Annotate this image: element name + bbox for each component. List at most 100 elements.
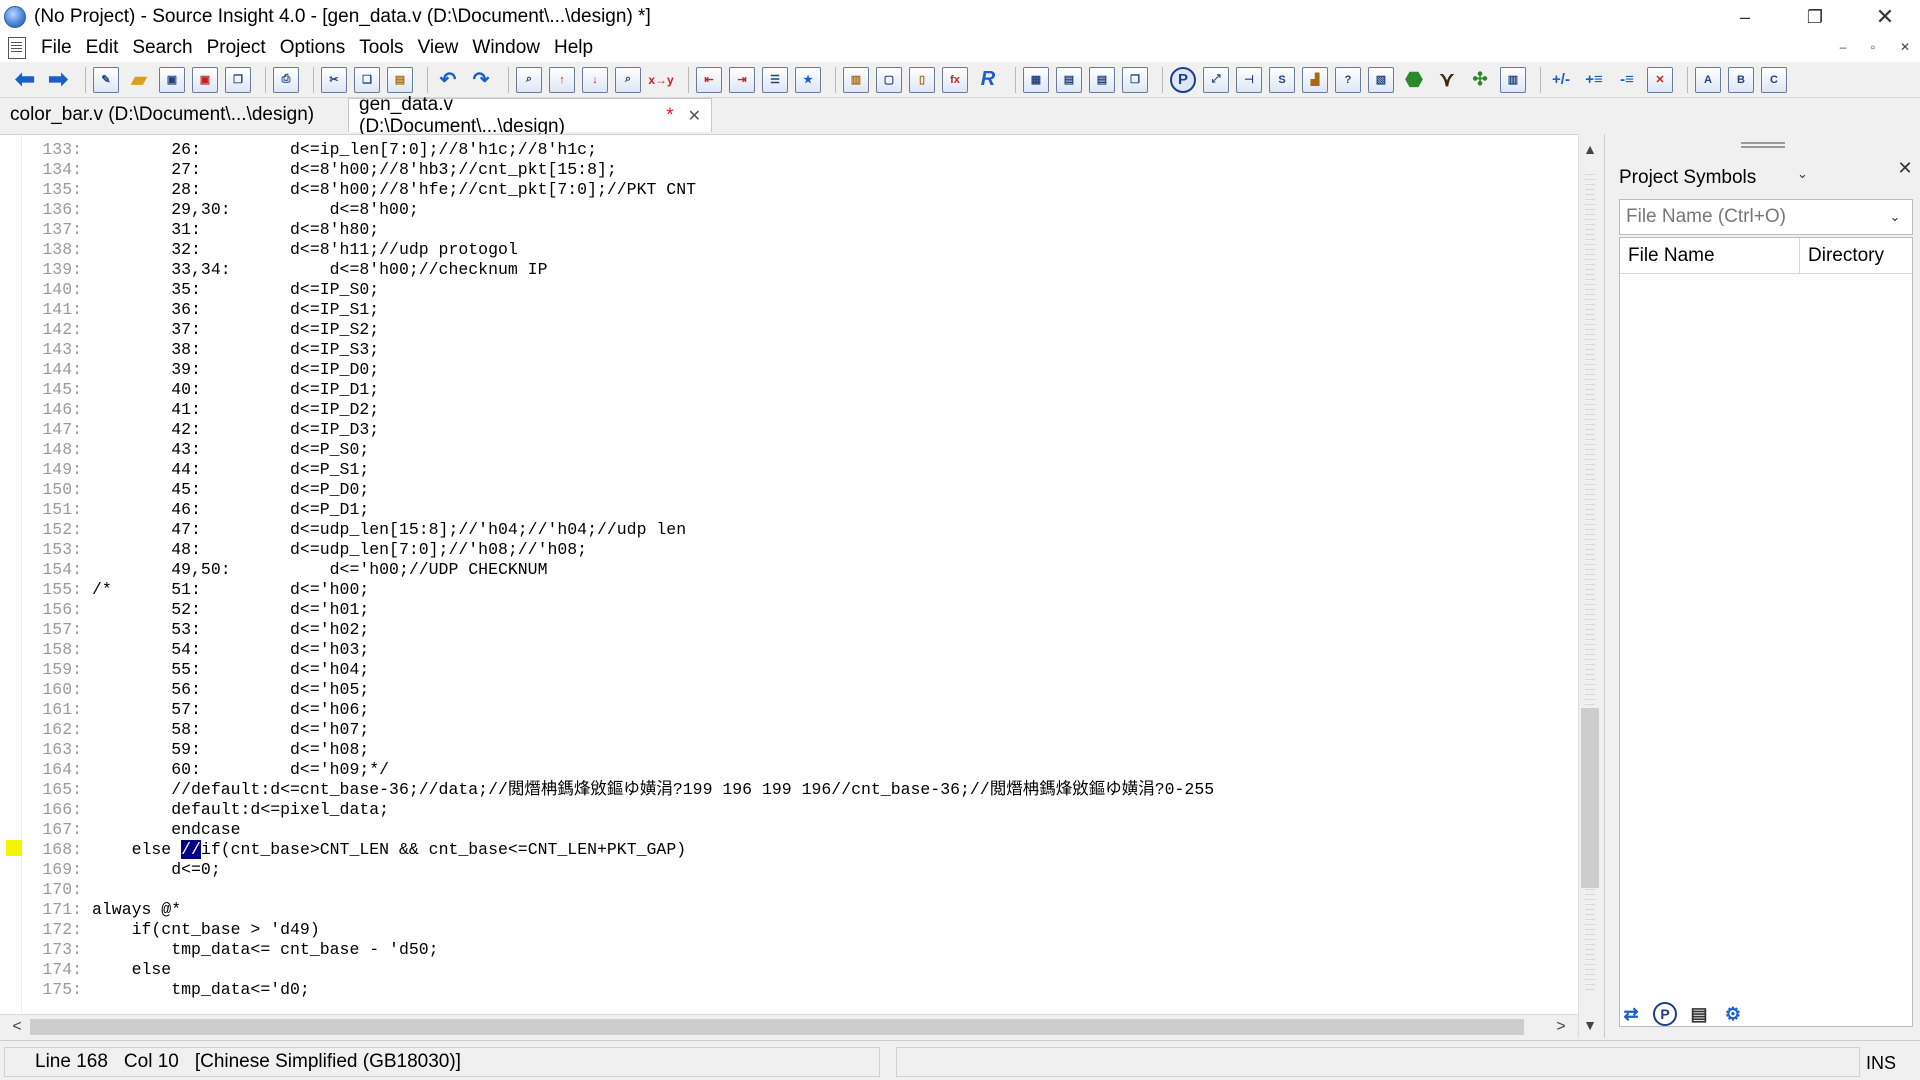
code-line[interactable]: 142: 37: d<=IP_S2; [22, 320, 1578, 340]
horizontal-scrollbar[interactable]: < > [0, 1014, 1578, 1038]
folder-tree-icon[interactable]: ▟ [1302, 66, 1328, 93]
mdi-close-button[interactable]: ✕ [1894, 40, 1916, 58]
code-line[interactable]: 170: [22, 880, 1578, 900]
code-line[interactable]: 162: 58: d<='h07; [22, 720, 1578, 740]
code-line[interactable]: 153: 48: d<=udp_len[7:0];//'h08;//'h08; [22, 540, 1578, 560]
code-line[interactable]: 152: 47: d<=udp_len[15:8];//'h04;//'h04;… [22, 520, 1578, 540]
code-line[interactable]: 138: 32: d<=8'h11;//udp protogol [22, 240, 1578, 260]
code-line[interactable]: 134: 27: d<=8'h00;//8'hb3;//cnt_pkt[15:8… [22, 160, 1578, 180]
document-icon[interactable] [8, 37, 26, 59]
menu-tools[interactable]: Tools [352, 37, 410, 59]
code-line[interactable]: 139: 33,34: d<=8'h00;//checknum IP [22, 260, 1578, 280]
layout-horizontal-icon[interactable]: ▤ [1056, 66, 1082, 93]
restore-button[interactable]: ❐ [1780, 0, 1850, 34]
code-line[interactable]: 161: 57: d<='h06; [22, 700, 1578, 720]
cut-icon[interactable]: ✂ [321, 66, 347, 93]
code-line[interactable]: 166: default:d<=pixel_data; [22, 800, 1578, 820]
menu-view[interactable]: View [411, 37, 466, 59]
symbol-window-icon[interactable]: ▥ [843, 66, 869, 93]
code-line[interactable]: 144: 39: d<=IP_D0; [22, 360, 1578, 380]
relation-window-icon[interactable]: ⤢ [1203, 66, 1229, 93]
function-icon[interactable]: fx [942, 66, 968, 93]
remove-line-icon[interactable]: -≡ [1614, 67, 1640, 93]
menu-window[interactable]: Window [465, 37, 547, 59]
go-to-line-icon[interactable]: ☰ [762, 66, 788, 93]
tab-color-bar[interactable]: color_bar.v (D:\Document\...\design) [0, 98, 340, 132]
save-as-icon[interactable]: ▣ [192, 66, 218, 93]
undo-icon[interactable]: ↶ [435, 67, 461, 93]
menu-project[interactable]: Project [200, 37, 273, 59]
list-view-icon[interactable]: ▤ [1687, 1002, 1711, 1026]
copy-icon[interactable]: ❏ [354, 66, 380, 93]
forward-arrow-icon[interactable]: ➡ [45, 66, 71, 93]
project-icon[interactable]: P [1653, 1002, 1677, 1026]
save-icon[interactable]: ▣ [159, 66, 185, 93]
code-line[interactable]: 158: 54: d<='h03; [22, 640, 1578, 660]
code-line[interactable]: 145: 40: d<=IP_D1; [22, 380, 1578, 400]
chevron-down-icon[interactable]: ⌄ [1797, 166, 1808, 182]
file-list[interactable]: File Name Directory [1619, 237, 1913, 1027]
mdi-minimize-button[interactable]: – [1832, 40, 1854, 58]
code-line[interactable]: 151: 46: d<=P_D1; [22, 500, 1578, 520]
code-line[interactable]: 159: 55: d<='h04; [22, 660, 1578, 680]
code-line[interactable]: 135: 28: d<=8'h00;//8'hfe;//cnt_pkt[7:0]… [22, 180, 1578, 200]
panel-grip[interactable] [1741, 142, 1785, 148]
browse-project-icon[interactable]: ▯ [909, 66, 935, 93]
project-icon[interactable]: P [1170, 66, 1196, 93]
code-line[interactable]: 156: 52: d<='h01; [22, 600, 1578, 620]
code-line[interactable]: 160: 56: d<='h05; [22, 680, 1578, 700]
open-folder-icon[interactable]: ▰ [126, 67, 152, 93]
font-b-icon[interactable]: B [1728, 66, 1754, 93]
file-name-input[interactable] [1620, 200, 1880, 234]
scroll-right-arrow-icon[interactable]: > [1548, 1015, 1574, 1039]
layout-split-icon[interactable]: ▤ [1089, 66, 1115, 93]
code-line[interactable]: 168: else //if(cnt_base>CNT_LEN && cnt_b… [22, 840, 1578, 860]
editor-margin[interactable] [0, 135, 22, 1015]
search-files-icon[interactable]: ⌕ [615, 66, 641, 93]
scroll-down-arrow-icon[interactable]: ▼ [1579, 1014, 1601, 1036]
symbol-info-icon[interactable]: S [1269, 66, 1295, 93]
code-line[interactable]: 164: 60: d<='h09;*/ [22, 760, 1578, 780]
tab-gen-data[interactable]: gen_data.v (D:\Document\...\design) * ✕ [348, 94, 712, 137]
font-a-icon[interactable]: A [1695, 66, 1721, 93]
minimize-button[interactable]: – [1710, 0, 1780, 34]
code-line[interactable]: 137: 31: d<=8'h80; [22, 220, 1578, 240]
bookmark-icon[interactable]: ★ [795, 66, 821, 93]
code-line[interactable]: 133: 26: d<=ip_len[7:0];//8'h1c;//8'h1c; [22, 140, 1578, 160]
outline-icon[interactable]: ⊣ [1236, 66, 1262, 93]
menu-file[interactable]: File [34, 37, 79, 59]
horizontal-scroll-thumb[interactable] [30, 1019, 1524, 1035]
code-line[interactable]: 140: 35: d<=IP_S0; [22, 280, 1578, 300]
redo-icon[interactable]: ↷ [468, 67, 494, 93]
code-line[interactable]: 150: 45: d<=P_D0; [22, 480, 1578, 500]
code-line[interactable]: 172: if(cnt_base > 'd49) [22, 920, 1578, 940]
save-all-icon[interactable]: ❐ [225, 66, 251, 93]
vertical-scroll-thumb[interactable] [1581, 708, 1599, 888]
new-file-icon[interactable]: ✎ [93, 66, 119, 93]
columns-icon[interactable]: ▥ [1500, 66, 1526, 93]
menu-options[interactable]: Options [273, 37, 352, 59]
gear-icon[interactable]: ⚙ [1721, 1002, 1745, 1026]
column-header-directory[interactable]: Directory [1800, 238, 1912, 273]
paste-icon[interactable]: ▤ [387, 66, 413, 93]
code-line[interactable]: 175: tmp_data<='d0; [22, 980, 1578, 1000]
mdi-restore-button[interactable]: ▫ [1862, 40, 1884, 58]
code-area[interactable]: 133: 26: d<=ip_len[7:0];//8'h1c;//8'h1c;… [22, 140, 1578, 1000]
menu-edit[interactable]: Edit [79, 37, 126, 59]
font-c-icon[interactable]: C [1761, 66, 1787, 93]
code-line[interactable]: 136: 29,30: d<=8'h00; [22, 200, 1578, 220]
search-backward-icon[interactable]: ↑ [549, 66, 575, 93]
code-line[interactable]: 155: /* 51: d<='h00; [22, 580, 1578, 600]
folder-sync-icon[interactable]: ⇄ [1619, 1002, 1643, 1026]
add-line-icon[interactable]: +≡ [1581, 67, 1607, 93]
scroll-left-arrow-icon[interactable]: < [4, 1015, 30, 1039]
help-icon[interactable]: ? [1335, 66, 1361, 93]
code-line[interactable]: 163: 59: d<='h08; [22, 740, 1578, 760]
sync-icon[interactable]: ⬣ [1401, 67, 1427, 93]
code-line[interactable]: 143: 38: d<=IP_S3; [22, 340, 1578, 360]
jump-next-icon[interactable]: ⇥ [729, 66, 755, 93]
print-icon[interactable]: ⎙ [273, 66, 299, 93]
code-editor[interactable]: 133: 26: d<=ip_len[7:0];//8'h1c;//8'h1c;… [0, 134, 1580, 1015]
chevron-down-icon[interactable]: ⌄ [1880, 209, 1910, 225]
code-line[interactable]: 167: endcase [22, 820, 1578, 840]
